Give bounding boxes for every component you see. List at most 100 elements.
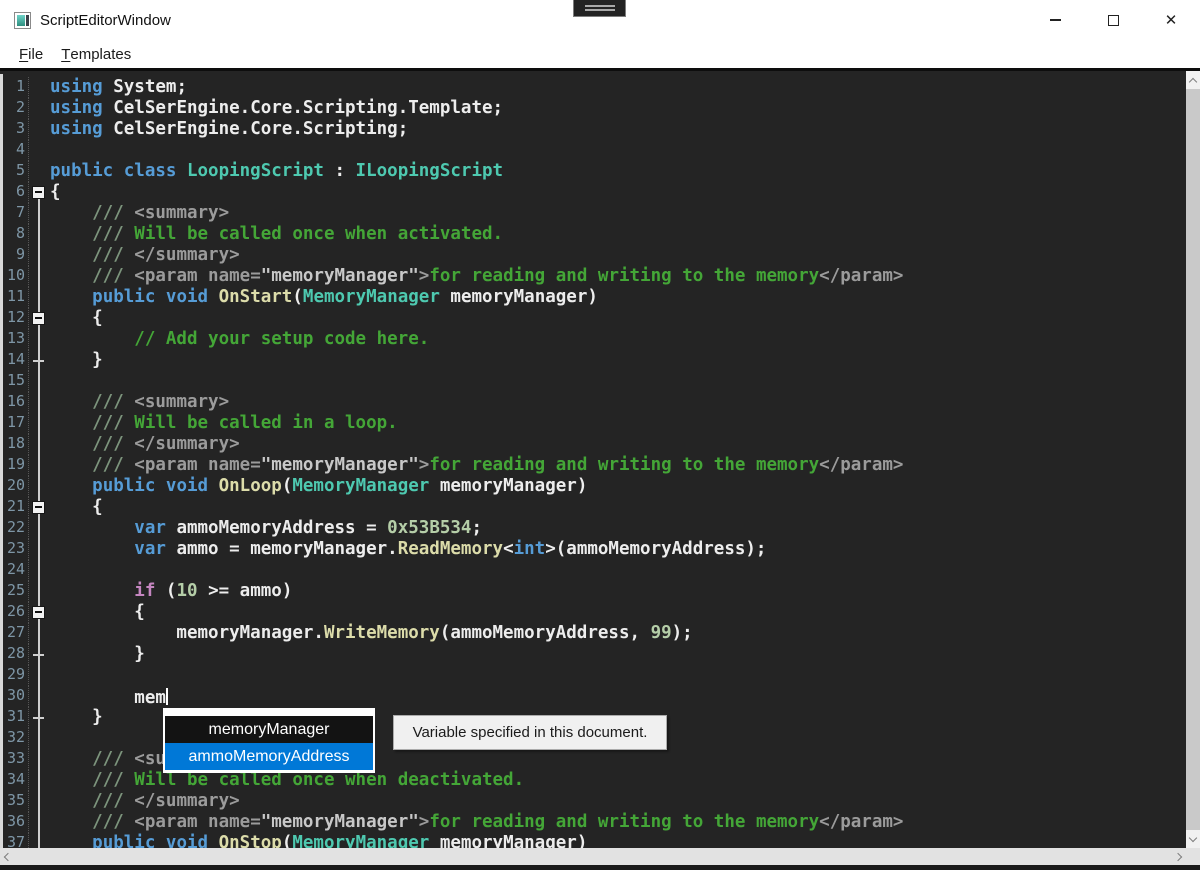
close-icon: ✕: [1165, 11, 1178, 29]
code-line[interactable]: 23 var ammo = memoryManager.ReadMemory<i…: [3, 539, 1186, 560]
window-bottom-edge: [0, 865, 1200, 870]
code-line[interactable]: 17 /// Will be called in a loop.: [3, 413, 1186, 434]
line-number: 24: [3, 560, 29, 581]
code-line[interactable]: 11 public void OnStart(MemoryManager mem…: [3, 287, 1186, 308]
code-text: /// <summary>: [50, 392, 1186, 413]
fold-margin: [29, 539, 50, 560]
line-number: 35: [3, 791, 29, 812]
code-line[interactable]: 28 }: [3, 644, 1186, 665]
code-line[interactable]: 22 var ammoMemoryAddress = 0x53B534;: [3, 518, 1186, 539]
line-number: 33: [3, 749, 29, 770]
fold-margin: [29, 497, 50, 518]
code-line[interactable]: 36 /// <param name="memoryManager">for r…: [3, 812, 1186, 833]
completion-item-selected[interactable]: ammoMemoryAddress: [165, 743, 373, 770]
fold-margin: [29, 266, 50, 287]
code-line[interactable]: 7 /// <summary>: [3, 203, 1186, 224]
code-line[interactable]: 2 using CelSerEngine.Core.Scripting.Templ…: [3, 98, 1186, 119]
line-number: 31: [3, 707, 29, 728]
scroll-left-icon[interactable]: [4, 852, 12, 860]
code-line[interactable]: 37 public void OnStop(MemoryManager memo…: [3, 833, 1186, 848]
code-text: {: [50, 602, 1186, 623]
fold-margin: [29, 287, 50, 308]
code-text: using System;: [50, 77, 1186, 98]
code-text: /// <param name="memoryManager">for read…: [50, 812, 1186, 833]
scroll-down-icon: [1189, 833, 1197, 841]
fold-collapse-icon[interactable]: [32, 186, 45, 199]
line-number: 15: [3, 371, 29, 392]
scroll-right-icon[interactable]: [1174, 852, 1182, 860]
fold-collapse-icon[interactable]: [32, 501, 45, 514]
window-title: ScriptEditorWindow: [40, 12, 171, 29]
code-line[interactable]: 3using CelSerEngine.Core.Scripting;: [3, 119, 1186, 140]
fold-margin: [29, 98, 50, 119]
code-line[interactable]: 16 /// <summary>: [3, 392, 1186, 413]
fold-margin: [29, 392, 50, 413]
fold-margin: [29, 791, 50, 812]
line-number: 6: [3, 182, 29, 203]
code-text: using CelSerEngine.Core.Scripting.Templa…: [50, 98, 1186, 119]
code-line[interactable]: 34 /// Will be called once when deactiva…: [3, 770, 1186, 791]
fold-collapse-icon[interactable]: [32, 312, 45, 325]
code-line[interactable]: 24: [3, 560, 1186, 581]
maximize-button[interactable]: [1084, 0, 1142, 40]
code-line[interactable]: 8 /// Will be called once when activated…: [3, 224, 1186, 245]
vertical-scrollbar[interactable]: [1186, 71, 1200, 848]
fold-margin: [29, 623, 50, 644]
code-text: public void OnStart(MemoryManager memory…: [50, 287, 1186, 308]
code-line[interactable]: 21 {: [3, 497, 1186, 518]
code-line[interactable]: 15: [3, 371, 1186, 392]
code-line[interactable]: 12 {: [3, 308, 1186, 329]
scroll-down-button[interactable]: [1186, 830, 1200, 848]
code-line[interactable]: 20 public void OnLoop(MemoryManager memo…: [3, 476, 1186, 497]
code-line[interactable]: 27 memoryManager.WriteMemory(ammoMemoryA…: [3, 623, 1186, 644]
code-line[interactable]: 6{: [3, 182, 1186, 203]
line-number: 10: [3, 266, 29, 287]
code-text: memoryManager.WriteMemory(ammoMemoryAddr…: [50, 623, 1186, 644]
horizontal-scrollbar[interactable]: [0, 848, 1186, 865]
minimize-button[interactable]: [1026, 0, 1084, 40]
menu-file[interactable]: File: [10, 40, 52, 68]
line-number: 9: [3, 245, 29, 266]
fold-margin: [29, 224, 50, 245]
code-line[interactable]: 13 // Add your setup code here.: [3, 329, 1186, 350]
code-text: }: [50, 644, 1186, 665]
line-number: 8: [3, 224, 29, 245]
code-line[interactable]: 10 /// <param name="memoryManager">for r…: [3, 266, 1186, 287]
code-line[interactable]: 19 /// <param name="memoryManager">for r…: [3, 455, 1186, 476]
completion-item[interactable]: memoryManager: [165, 716, 373, 743]
line-number: 26: [3, 602, 29, 623]
fold-margin: [29, 665, 50, 686]
code-line[interactable]: 18 /// </summary>: [3, 434, 1186, 455]
code-editor[interactable]: 1using System;2 using CelSerEngine.Core.S…: [0, 68, 1200, 870]
fold-end-icon: [33, 654, 44, 656]
code-line[interactable]: 5public class LoopingScript : ILoopingSc…: [3, 161, 1186, 182]
fold-margin: [29, 749, 50, 770]
code-line[interactable]: 1using System;: [3, 77, 1186, 98]
scroll-up-button[interactable]: [1186, 71, 1200, 89]
fold-margin: [29, 644, 50, 665]
menubar: FileTemplates: [0, 40, 1200, 68]
fold-margin: [29, 812, 50, 833]
line-number: 2: [3, 98, 29, 119]
line-number: 25: [3, 581, 29, 602]
fold-margin: [29, 308, 50, 329]
code-line[interactable]: 9 /// </summary>: [3, 245, 1186, 266]
completion-popup[interactable]: memoryManagerammoMemoryAddress: [163, 708, 375, 773]
code-line[interactable]: 4: [3, 140, 1186, 161]
completion-tooltip: Variable specified in this document.: [393, 715, 667, 750]
code-line[interactable]: 14 }: [3, 350, 1186, 371]
menu-templates[interactable]: Templates: [52, 40, 140, 68]
code-line[interactable]: 35 /// </summary>: [3, 791, 1186, 812]
close-button[interactable]: ✕: [1142, 0, 1200, 40]
code-text: /// </summary>: [50, 434, 1186, 455]
fold-margin: [29, 350, 50, 371]
code-line[interactable]: 26 {: [3, 602, 1186, 623]
fold-margin: [29, 476, 50, 497]
line-number: 3: [3, 119, 29, 140]
code-line[interactable]: 25 if (10 >= ammo): [3, 581, 1186, 602]
code-line[interactable]: 30 mem: [3, 686, 1186, 707]
code-text: [50, 371, 1186, 392]
fold-collapse-icon[interactable]: [32, 606, 45, 619]
code-text: public void OnStop(MemoryManager memoryM…: [50, 833, 1186, 848]
code-line[interactable]: 29: [3, 665, 1186, 686]
